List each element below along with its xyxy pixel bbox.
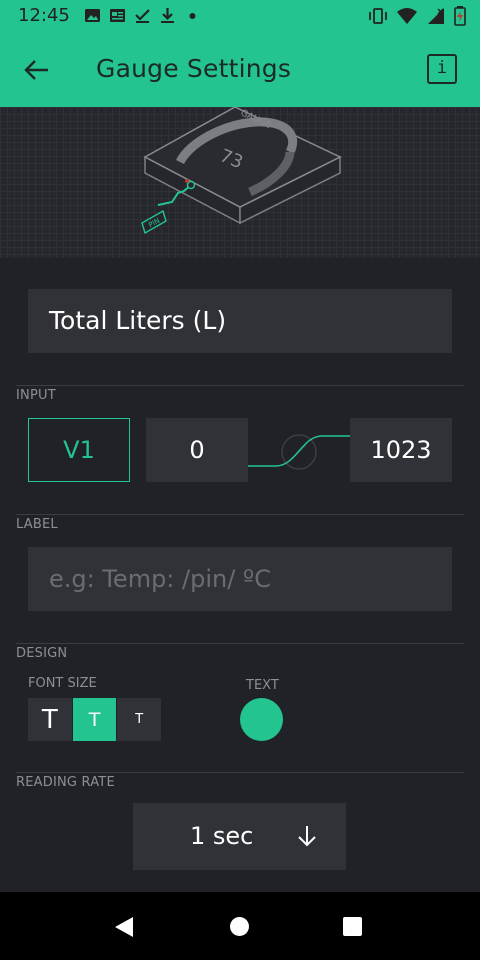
text-color-picker[interactable] [240, 698, 283, 741]
notification-icons [84, 7, 201, 24]
nav-home-icon[interactable] [230, 917, 249, 936]
status-time: 12:45 [18, 5, 70, 26]
info-button[interactable]: i [427, 54, 457, 84]
design-section-label: DESIGN [16, 646, 68, 661]
status-bar: 12:45 [0, 0, 480, 32]
font-size-medium-button[interactable]: T [72, 698, 117, 741]
divider [16, 643, 464, 644]
back-arrow-icon[interactable] [22, 56, 52, 84]
download-icon [159, 7, 176, 24]
font-size-large-button[interactable]: T [28, 698, 72, 741]
max-value-input[interactable]: 1023 [350, 418, 452, 482]
widget-name-input[interactable]: Total Liters (L) [28, 289, 452, 353]
font-size-small-button[interactable]: T [117, 698, 162, 741]
nav-recents-icon[interactable] [343, 917, 362, 936]
wifi-icon [396, 7, 418, 29]
more-notifications-dot-icon [184, 7, 201, 24]
widget-preview: 73 GAUGE PIN [0, 106, 480, 258]
system-navigation-bar [0, 892, 480, 960]
font-size-label: FONT SIZE [28, 676, 97, 691]
font-size-selector: T T T [28, 698, 162, 741]
system-icons [368, 6, 466, 30]
divider [16, 385, 464, 386]
gauge-widget-illustration: 73 GAUGE PIN [141, 106, 342, 235]
reading-rate-section-label: READING RATE [16, 775, 115, 790]
signal-icon [426, 7, 446, 29]
vibrate-icon [368, 7, 388, 29]
reading-rate-dropdown[interactable]: 1 sec [133, 803, 346, 870]
reading-rate-value: 1 sec [190, 822, 254, 850]
min-value-input[interactable]: 0 [146, 418, 248, 482]
label-section-label: LABEL [16, 517, 58, 532]
page-title: Gauge Settings [96, 54, 292, 83]
label-input[interactable]: e.g: Temp: /pin/ ºC [28, 547, 452, 611]
divider [16, 772, 464, 773]
image-icon [84, 7, 101, 24]
battery-icon [454, 6, 466, 30]
divider [16, 514, 464, 515]
nav-back-icon[interactable] [114, 916, 134, 938]
value-mapping-curve-icon [248, 434, 350, 470]
checkmark-icon [134, 7, 151, 24]
text-color-label: TEXT [246, 678, 279, 693]
pin-select-button[interactable]: V1 [28, 418, 130, 482]
settings-form: Total Liters (L) INPUT V1 0 1023 LABEL e… [0, 258, 480, 892]
arrow-down-icon [298, 826, 316, 847]
input-section-label: INPUT [16, 388, 56, 403]
app-bar: Gauge Settings i [0, 32, 480, 107]
news-icon [109, 7, 126, 24]
